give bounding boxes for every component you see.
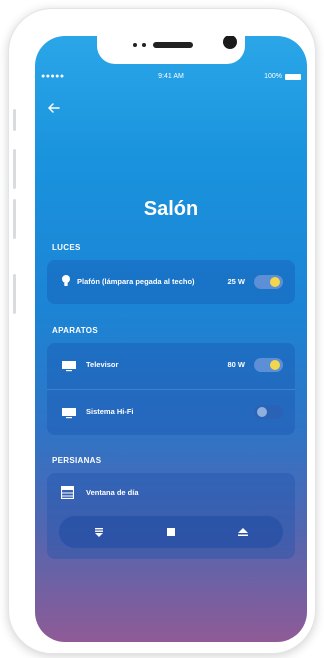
battery-icon (285, 73, 301, 80)
side-button (13, 109, 16, 131)
section-label-persianas: PERSIANAS (52, 456, 102, 465)
list-item: Sistema Hi-Fi (47, 390, 295, 434)
arrow-down-icon (95, 528, 103, 537)
device-name: Sistema Hi-Fi (86, 407, 134, 416)
page-title: Salón (143, 198, 199, 220)
volume-down-button (13, 199, 16, 239)
eject-up-icon (238, 528, 248, 536)
toggle-switch[interactable] (254, 405, 283, 419)
device-name: Ventana de día (86, 488, 139, 497)
battery-indicator: 100% (264, 73, 301, 80)
status-bar: ●●●●● 9:41 AM 100% (35, 73, 307, 85)
toggle-switch[interactable] (254, 358, 283, 372)
notch-dot (142, 43, 146, 47)
card-aparatos: Televisor 80 W Sistema Hi-Fi (47, 343, 295, 435)
volume-up-button (13, 149, 16, 189)
tv-icon (61, 359, 77, 377)
toggle-knob (270, 277, 280, 287)
notch-dot (133, 43, 137, 47)
screen: ●●●●● 9:41 AM 100% Salón LUCES Plafón (l… (35, 36, 307, 642)
blinds-controls (59, 516, 283, 548)
device-watts: 25 W (227, 277, 245, 286)
back-button[interactable] (47, 101, 61, 115)
stop-icon (167, 528, 175, 536)
list-item: Televisor 80 W (47, 343, 295, 387)
camera (223, 36, 237, 49)
side-button-lower (13, 274, 16, 314)
list-item: Plafón (lámpara pegada al techo) 25 W (47, 260, 295, 304)
card-persianas: Ventana de día (47, 473, 295, 559)
toggle-knob (270, 360, 280, 370)
device-watts: 80 W (227, 360, 245, 369)
section-label-luces: LUCES (52, 243, 81, 252)
toggle-knob (257, 407, 267, 417)
device-name: Televisor (86, 360, 119, 369)
stop-blinds-button[interactable] (156, 516, 186, 548)
phone-frame: ●●●●● 9:41 AM 100% Salón LUCES Plafón (l… (8, 8, 316, 654)
tv-icon (61, 406, 77, 424)
arrow-left-icon (48, 103, 60, 113)
notch (97, 36, 245, 64)
speaker (153, 42, 193, 48)
device-name: Plafón (lámpara pegada al techo) (77, 277, 195, 286)
toggle-switch[interactable] (254, 275, 283, 289)
lower-blinds-button[interactable] (84, 516, 114, 548)
blinds-icon (60, 485, 75, 504)
raise-blinds-button[interactable] (228, 516, 258, 548)
card-luces: Plafón (lámpara pegada al techo) 25 W (47, 260, 295, 304)
section-label-aparatos: APARATOS (52, 326, 98, 335)
list-item: Ventana de día (47, 473, 295, 513)
battery-percent: 100% (264, 73, 282, 80)
lightbulb-icon (61, 274, 71, 293)
